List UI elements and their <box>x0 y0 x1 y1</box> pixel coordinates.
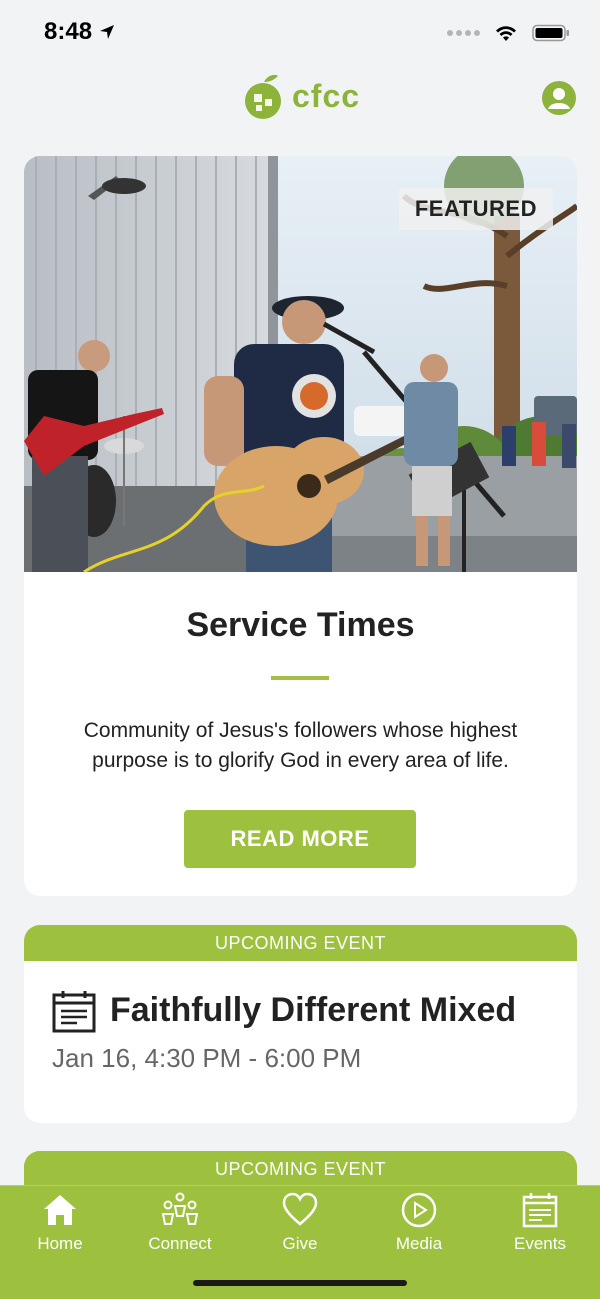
event-card-header: UPCOMING EVENT <box>24 925 577 961</box>
featured-image[interactable]: FEATURED <box>24 156 577 572</box>
tab-label: Give <box>282 1234 318 1253</box>
calendar-icon <box>52 991 96 1033</box>
user-icon <box>542 81 576 115</box>
status-time-text: 8:48 <box>44 18 93 45</box>
event-card[interactable]: UPCOMING EVENT Faithfully Different Mixe… <box>24 925 577 1123</box>
featured-badge: FEATURED <box>398 188 553 230</box>
home-indicator[interactable] <box>193 1280 407 1286</box>
event-card-header: UPCOMING EVENT <box>24 1151 577 1187</box>
tab-media[interactable]: Media <box>364 1192 474 1256</box>
tab-label: Events <box>514 1234 566 1253</box>
tab-label: Connect <box>148 1234 212 1253</box>
home-icon <box>44 1195 76 1225</box>
tab-home[interactable]: Home <box>5 1192 115 1256</box>
status-icons <box>447 24 570 42</box>
calendar-icon <box>522 1193 558 1228</box>
featured-title: Service Times <box>186 606 415 644</box>
logo-text: cfcc <box>292 77 361 114</box>
tab-label: Home <box>37 1234 83 1253</box>
tab-connect[interactable]: Connect <box>125 1192 235 1256</box>
featured-card[interactable]: FEATURED Service Times Community of Jesu… <box>24 156 577 896</box>
status-time: 8:48 <box>44 18 116 46</box>
event-date: Jan 16, 4:30 PM - 6:00 PM <box>52 1043 362 1073</box>
event-title: Faithfully Different Mixed <box>110 991 517 1029</box>
cfcc-logo[interactable]: cfcc <box>242 72 360 120</box>
featured-description: Community of Jesus's followers whose hig… <box>83 719 518 772</box>
app-header: cfcc <box>0 66 600 130</box>
tab-events[interactable]: Events <box>485 1192 595 1256</box>
tab-label: Media <box>395 1234 443 1253</box>
profile-button[interactable] <box>541 80 577 116</box>
signal-dots-icon <box>447 30 480 36</box>
title-divider <box>271 676 329 680</box>
tab-give[interactable]: Give <box>245 1192 355 1256</box>
location-arrow-icon <box>100 25 115 39</box>
people-icon <box>161 1192 199 1225</box>
wifi-icon <box>496 26 516 41</box>
apple-logo-icon <box>245 74 281 119</box>
heart-icon <box>282 1192 318 1226</box>
status-bar: 8:48 <box>0 0 600 66</box>
battery-icon <box>532 24 569 42</box>
play-icon <box>401 1192 437 1228</box>
read-more-button[interactable]: READ MORE <box>184 810 416 868</box>
